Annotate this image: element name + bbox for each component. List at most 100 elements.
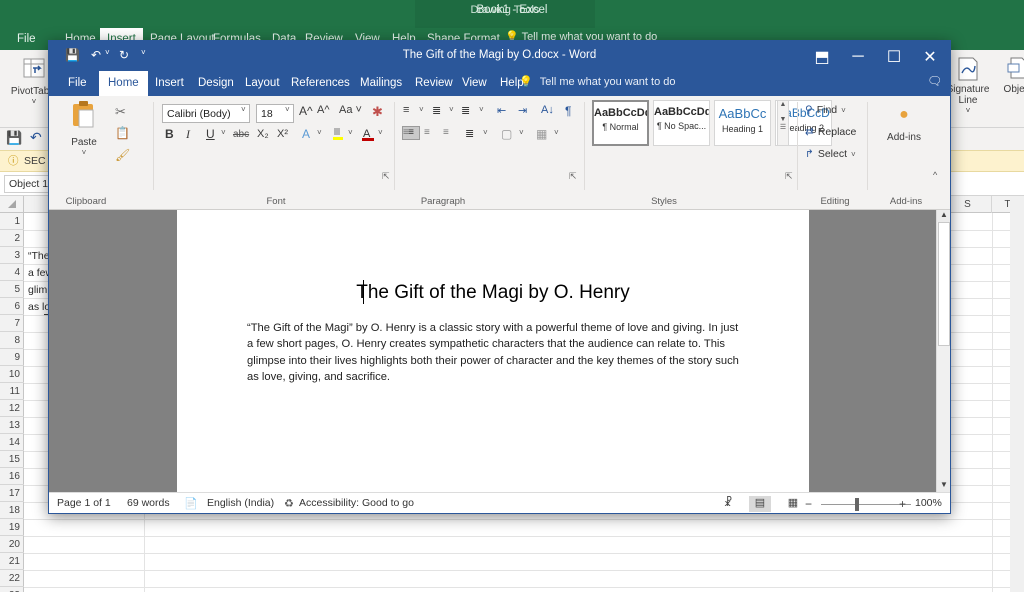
underline-dropdown-icon[interactable]: ˅ xyxy=(221,128,226,137)
font-size-dropdown-icon[interactable]: ˅ xyxy=(285,105,290,114)
clear-formatting-icon[interactable]: ✱ xyxy=(372,104,383,120)
justify-icon[interactable]: ≡ xyxy=(443,127,449,138)
excel-row-header-4[interactable]: 4 xyxy=(0,264,24,281)
numbering-dropdown-icon[interactable]: ˅ xyxy=(449,105,454,114)
highlight-dropdown-icon[interactable]: ˅ xyxy=(348,128,353,137)
find-button[interactable]: ⚲ Find ˅ xyxy=(805,104,846,116)
zoom-in-icon[interactable]: + xyxy=(899,497,906,511)
excel-row-header-12[interactable]: 12 xyxy=(0,400,24,417)
bullets-dropdown-icon[interactable]: ˅ xyxy=(419,105,424,114)
bullets-icon[interactable]: ≡ xyxy=(403,104,409,116)
excel-undo-icon[interactable]: ↶ xyxy=(30,129,42,146)
excel-row-header-13[interactable]: 13 xyxy=(0,417,24,434)
borders-dropdown-icon[interactable]: ˅ xyxy=(554,128,559,137)
style-no-spac[interactable]: AaBbCcDd ¶ No Spac... xyxy=(653,100,710,146)
text-effects-dropdown-icon[interactable]: ˅ xyxy=(317,128,322,137)
language-indicator[interactable]: English (India) xyxy=(207,497,274,509)
excel-row-header-10[interactable]: 10 xyxy=(0,366,24,383)
excel-cell-a3[interactable]: “The xyxy=(28,250,50,262)
shrink-font-icon[interactable]: A^ xyxy=(317,104,330,116)
excel-object-button[interactable]: Object xyxy=(986,56,1024,95)
proofing-icon[interactable]: 📄 xyxy=(184,497,198,510)
excel-save-icon[interactable]: 💾 xyxy=(6,130,22,146)
subscript-button[interactable]: X₂ xyxy=(257,128,269,140)
accessibility-status[interactable]: Accessibility: Good to go xyxy=(299,497,414,509)
word-vertical-scrollbar[interactable]: ▲ ▼ xyxy=(936,210,950,492)
comments-icon[interactable]: 🗨 xyxy=(927,74,942,88)
word-tab-file[interactable]: File xyxy=(59,71,96,96)
excel-row-header-19[interactable]: 19 xyxy=(0,519,24,536)
font-dialog-launcher[interactable]: ⇱ xyxy=(382,171,390,182)
zoom-slider-track[interactable] xyxy=(821,504,911,505)
font-color-dropdown-icon[interactable]: ˅ xyxy=(378,128,383,137)
zoom-level[interactable]: 100% xyxy=(915,497,942,509)
multilevel-dropdown-icon[interactable]: ˅ xyxy=(479,105,484,114)
excel-row-header-15[interactable]: 15 xyxy=(0,451,24,468)
text-highlight-icon[interactable] xyxy=(331,126,345,147)
paste-button[interactable]: Paste ˅ xyxy=(59,100,109,157)
excel-tab-file[interactable]: File xyxy=(10,28,43,50)
web-layout-icon[interactable]: ▦ xyxy=(782,496,804,512)
numbering-icon[interactable]: ≣ xyxy=(432,104,441,117)
excel-row-header-21[interactable]: 21 xyxy=(0,553,24,570)
text-effects-icon[interactable]: A xyxy=(302,127,310,141)
excel-row-header-6[interactable]: 6 xyxy=(0,298,24,315)
read-mode-icon[interactable]: ☧ xyxy=(717,496,739,512)
styles-dialog-launcher[interactable]: ⇱ xyxy=(785,171,793,182)
minimize-icon[interactable]: ─ xyxy=(840,46,876,68)
line-spacing-icon[interactable]: ≣ xyxy=(465,127,474,140)
select-dropdown-icon[interactable]: ˅ xyxy=(851,150,856,159)
replace-button[interactable]: ⇄ Replace xyxy=(805,126,856,138)
excel-row-header-17[interactable]: 17 xyxy=(0,485,24,502)
word-tab-insert[interactable]: Insert xyxy=(146,71,193,96)
word-count[interactable]: 69 words xyxy=(127,497,170,509)
scroll-up-icon[interactable]: ▲ xyxy=(937,210,950,222)
excel-vertical-scrollbar[interactable] xyxy=(1010,196,1024,592)
styles-scroll[interactable]: ▲ ▼ ☰ xyxy=(777,100,789,146)
page-indicator[interactable]: Page 1 of 1 xyxy=(57,497,111,509)
word-tab-view[interactable]: View xyxy=(453,71,496,96)
decrease-indent-icon[interactable]: ⇤ xyxy=(497,104,506,117)
word-tab-mailings[interactable]: Mailings xyxy=(351,71,411,96)
word-tab-home[interactable]: Home xyxy=(99,71,148,96)
zoom-out-icon[interactable]: − xyxy=(805,497,812,511)
maximize-icon[interactable]: ☐ xyxy=(876,46,912,68)
style-heading-1[interactable]: AaBbCc Heading 1 xyxy=(714,100,771,146)
excel-row-header-22[interactable]: 22 xyxy=(0,570,24,587)
bold-button[interactable]: B xyxy=(165,127,174,141)
styles-more-icon[interactable]: ☰ xyxy=(778,123,788,131)
line-spacing-dropdown-icon[interactable]: ˅ xyxy=(483,128,488,137)
excel-row-header-9[interactable]: 9 xyxy=(0,349,24,366)
format-painter-icon[interactable]: 🖌 xyxy=(115,148,130,162)
excel-row-header-2[interactable]: 2 xyxy=(0,230,24,247)
change-case-icon[interactable]: Aa ˅ xyxy=(339,104,362,116)
select-button[interactable]: ↱ Select ˅ xyxy=(805,148,856,160)
word-tab-layout[interactable]: Layout xyxy=(236,71,289,96)
collapse-ribbon-icon[interactable]: ^ xyxy=(933,170,937,180)
superscript-button[interactable]: X² xyxy=(277,128,288,140)
excel-row-header-8[interactable]: 8 xyxy=(0,332,24,349)
font-name-input[interactable]: Calibri (Body) xyxy=(162,104,250,123)
excel-row-header-20[interactable]: 20 xyxy=(0,536,24,553)
sort-icon[interactable]: A↓ xyxy=(541,104,554,116)
find-dropdown-icon[interactable]: ˅ xyxy=(841,106,846,115)
show-formatting-marks-icon[interactable]: ¶ xyxy=(565,104,571,118)
scroll-thumb[interactable] xyxy=(938,222,950,346)
excel-row-header-23[interactable]: 23 xyxy=(0,587,24,592)
align-right-icon[interactable]: ≡ xyxy=(424,127,430,138)
excel-row-header-3[interactable]: 3 xyxy=(0,247,24,264)
word-tab-references[interactable]: References xyxy=(282,71,359,96)
style-normal[interactable]: AaBbCcDd ¶ Normal xyxy=(592,100,649,146)
paragraph-dialog-launcher[interactable]: ⇱ xyxy=(569,171,577,182)
excel-row-header-16[interactable]: 16 xyxy=(0,468,24,485)
font-name-dropdown-icon[interactable]: ˅ xyxy=(241,105,246,114)
strikethrough-button[interactable]: abc xyxy=(233,129,249,140)
underline-button[interactable]: U xyxy=(206,127,215,141)
print-layout-icon[interactable]: ▤ xyxy=(749,496,771,512)
excel-column-header-S[interactable]: S xyxy=(944,196,992,213)
excel-row-header-11[interactable]: 11 xyxy=(0,383,24,400)
excel-row-header-5[interactable]: 5 xyxy=(0,281,24,298)
styles-scroll-up-icon[interactable]: ▲ xyxy=(778,101,788,108)
word-tell-me[interactable]: 💡 Tell me what you want to do xyxy=(519,75,676,88)
align-center-icon[interactable]: ≡ xyxy=(404,127,418,138)
